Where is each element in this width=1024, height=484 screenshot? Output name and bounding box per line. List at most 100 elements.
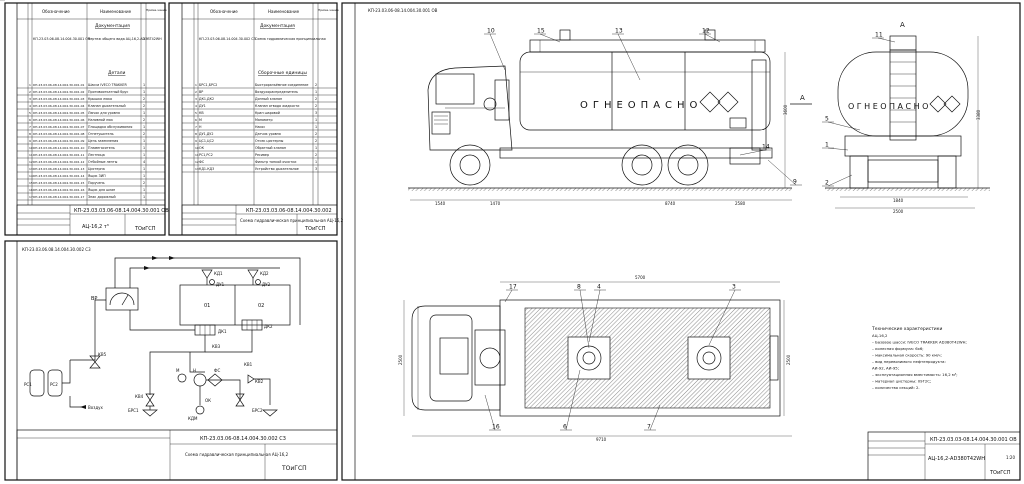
spec-left-col-name: Наименование — [100, 9, 132, 14]
spec-left-row-code: КП-23.03.06-08.14.004.30.001.08 — [33, 132, 84, 136]
dim-plan-total: 9710 — [596, 437, 607, 442]
spec-left-row-pos: 7 — [29, 125, 31, 129]
spec-right-row-qty: 2 — [315, 139, 317, 143]
label-dk1: ДК1 — [218, 329, 227, 334]
spec-left-row-qty: 1 — [143, 111, 145, 115]
callout-5: 5 — [825, 116, 829, 123]
spec-left-row-name: Лестница — [88, 153, 105, 157]
dim-wheelbase1: 1470 — [490, 201, 501, 206]
spec-left-row-qty: 1 — [143, 153, 145, 157]
spec-left-row-name: Клапан дыхательный — [88, 104, 126, 108]
spec-right-row-qty: 2 — [315, 83, 317, 87]
spec-right-row-qty: 1 — [315, 146, 317, 150]
label-kv3: КВ3 — [212, 344, 221, 349]
spec-right-row-name: Обратный клапан — [255, 146, 286, 150]
spec-left-row-name: Площадка обслуживания — [88, 125, 132, 129]
spec-left-row-qty: 1 — [143, 167, 145, 171]
label-kdm: КДМ — [188, 416, 198, 421]
plan-service-platform — [524, 307, 771, 409]
callout-9: 9 — [793, 179, 797, 186]
spec-left-row-qty: 1 — [143, 83, 145, 87]
callout-3: 3 — [732, 284, 736, 291]
assembly-sheet: КП-23.03.06-08.14.004.30.001 ОВ ОГНЕОПАС… — [341, 2, 1021, 481]
callout-2: 2 — [825, 180, 829, 187]
callout-6: 6 — [563, 424, 567, 431]
spec-left-row-name: Крышка люка — [88, 97, 112, 101]
spec-right-row-pos: 4 — [195, 104, 197, 108]
spec-right-row-name: Отсек цистерны — [255, 139, 284, 143]
spec-left-row-qty: 1 — [143, 139, 145, 143]
callout-1: 1 — [825, 142, 829, 149]
spec-left-row-qty: 2 — [143, 104, 145, 108]
spec-left-row-pos: 9 — [29, 139, 31, 143]
spec-right-row-pos: 7 — [195, 125, 197, 129]
label-dk2: ДК2 — [264, 324, 273, 329]
tech-line: АИ-92, АИ-95; — [872, 366, 899, 371]
spec-left-row-name: Лючок для уровня — [88, 111, 120, 115]
spec-right-row-name: Воздухораспределитель — [255, 90, 298, 94]
spec-right-row-name: Насос — [255, 125, 265, 129]
tech-line: – максимальная скорость: 90 км/ч; — [872, 353, 942, 358]
spec-right-row-code: ЦС1,ЦС2 — [199, 139, 214, 143]
plan-view-truck — [411, 299, 781, 417]
dim-front-width: 2500 — [893, 209, 904, 214]
spec-right-row-name: Устройство дыхательное — [255, 167, 299, 171]
spec-right-row-code: ДУ1 — [199, 104, 206, 108]
tech-line: – вид перевозимого нефтепродукта: — [872, 359, 946, 364]
label-ok: ОК — [205, 398, 211, 403]
spec-right-row-qty: 1 — [315, 125, 317, 129]
spec-left-row-code: КП-23.03.06-08.14.004.30.001.04 — [33, 104, 84, 108]
spec-right-row-code: Н — [199, 125, 202, 129]
spec-right-row-qty: 3 — [315, 167, 317, 171]
spec-sheet-right: Обозначение Наименование Приме-чание Док… — [168, 2, 344, 236]
spec-left-row-pos: 4 — [29, 104, 31, 108]
spec-right-row-qty: 2 — [315, 153, 317, 157]
spec-right-row-qty: 1 — [315, 90, 317, 94]
assembly-stamp-title: АЦ-16,2-AD380T42WH — [928, 456, 985, 462]
spec-left-row-qty: 4 — [143, 160, 145, 164]
tech-line: – эксплуатационная вместимость: 16,2 м³; — [872, 372, 958, 377]
callout-12: 12 — [702, 28, 710, 35]
label-kv2: КВ2 — [255, 379, 264, 384]
spec-left-row-qty: 1 — [143, 195, 145, 199]
receiver-rs1 — [29, 369, 45, 397]
tech-line: АЦ-16,2 — [872, 333, 888, 338]
spec-sheet-left: Обозначение Наименование Приме-чание Док… — [0, 0, 169, 236]
spec-left-row-code: КП-23.03.06-08.14.004.30.001.07 — [33, 125, 84, 129]
spec-right-stamp-title: Схема гидравлическая принципиальная АЦ-1… — [240, 218, 344, 223]
spec-left-row-code: КП-23.03.06-08.14.004.30.001.09 — [33, 139, 84, 143]
label-rs2: РС2 — [50, 382, 58, 387]
callout-7: 7 — [647, 424, 651, 431]
spec-left-row-code: КП-23.03.06-08.14.004.30.001.15 — [33, 181, 84, 185]
callout-4: 4 — [597, 284, 601, 291]
spec-left-row-name: Огнетушитель — [88, 132, 114, 136]
tech-line: – материал цистерны: 09Г2С; — [872, 379, 931, 384]
spec-left-row-qty: 1 — [143, 188, 145, 192]
label-du1: ДУ1 — [216, 282, 225, 287]
front-tank-warning: ОГНЕОПАСНО — [848, 102, 931, 111]
assembly-stamp-code: КП-23.03.03-08.14.004.30.001 ОВ — [930, 437, 1017, 443]
spec-right-stamp-code: КП-23.03.03.06-08.14.004.30.002 — [246, 208, 332, 214]
spec-right-row-code: БРС1,БРС2 — [199, 83, 217, 87]
label-c2: 02 — [258, 303, 264, 309]
spec-left-row-pos: 2 — [29, 90, 31, 94]
spec-right-col-name: Наименование — [268, 9, 300, 14]
callout-14: 14 — [762, 144, 770, 151]
spec-left-row-qty: 2 — [143, 118, 145, 122]
spec-left-row-code: КП-23.03.06-08.14.004.30.001.17 — [33, 195, 84, 199]
spec-right-row-name: Датчик уровня — [255, 132, 281, 136]
spec-left-row-code: КП-23.03.06-08.14.004.30.001.12 — [33, 160, 84, 164]
spec-right-row-code: РС1,РС2 — [199, 153, 213, 157]
label-kv5: КВ5 — [98, 352, 107, 357]
view-arrow-a: А — [800, 94, 805, 102]
label-c1: 01 — [204, 303, 210, 309]
spec-left-row-qty: 2 — [143, 181, 145, 185]
spec-right-row-qty: 1 — [315, 160, 317, 164]
spec-left-row-code: КП-23.03.06-08.14.004.30.001.14 — [33, 174, 84, 178]
spec-left-section-doc: Документация — [95, 23, 130, 29]
side-tank-warning: ОГНЕОПАСНО — [580, 100, 702, 111]
spec-left-row-pos: 5 — [29, 111, 31, 115]
label-brs1: БРС1 — [128, 408, 139, 413]
spec-left-row-code: КП-23.03.06-08.14.004.30.001.06 — [33, 118, 84, 122]
assembly-stamp-mass: 1:20 — [1006, 455, 1015, 460]
